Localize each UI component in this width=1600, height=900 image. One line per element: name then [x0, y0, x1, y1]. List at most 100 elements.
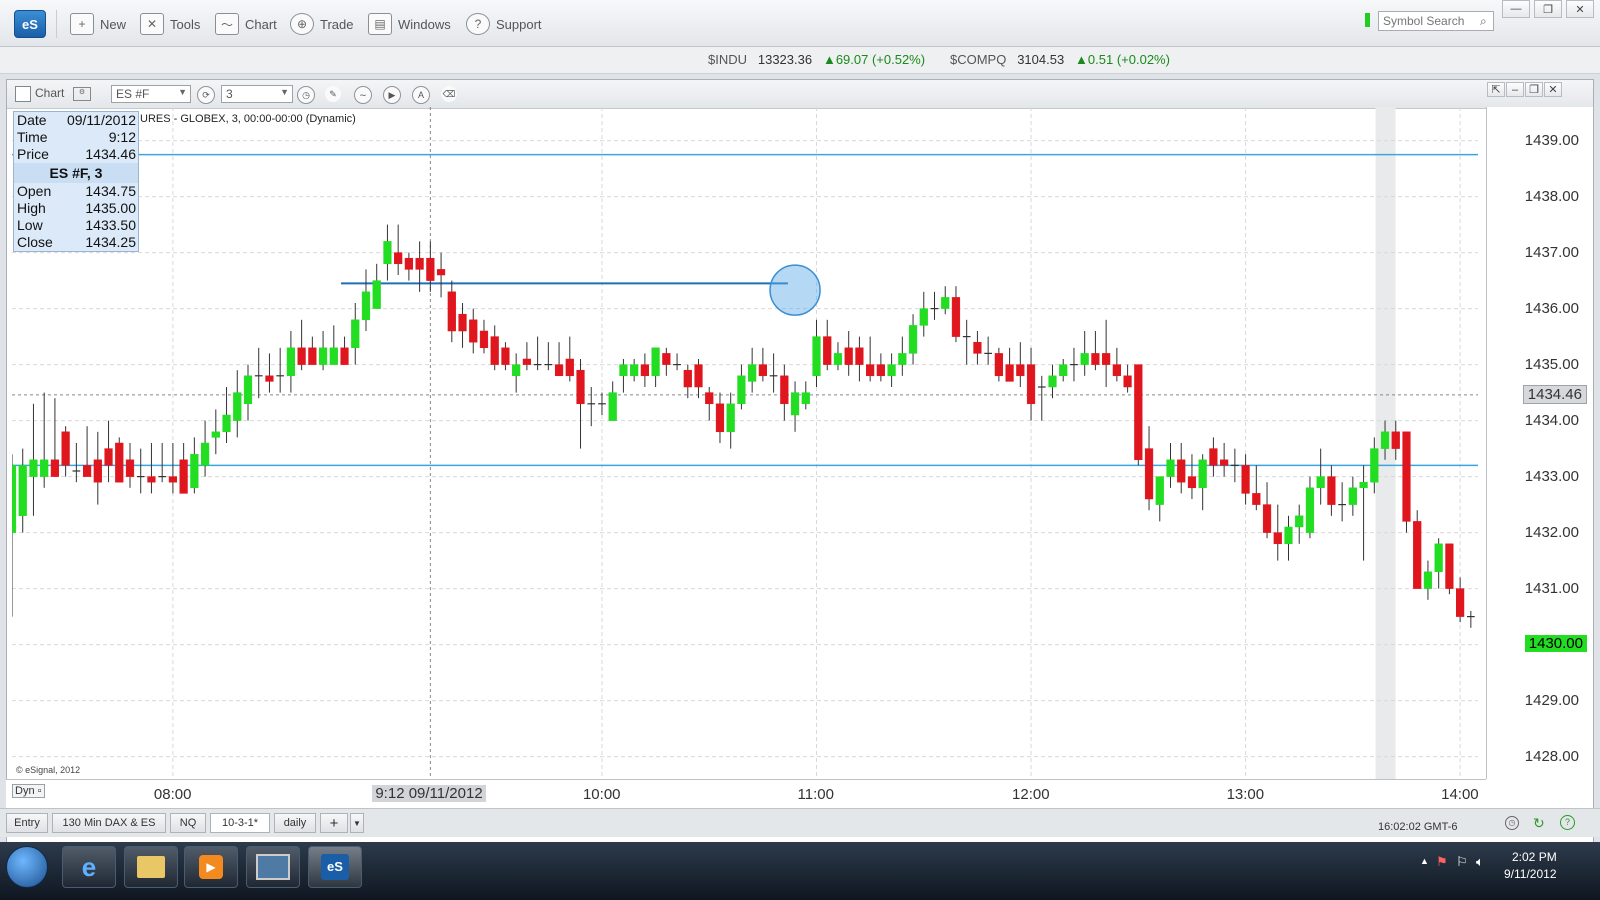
price-tick-label: 1432.00: [1524, 523, 1579, 541]
chart-restore-button[interactable]: ❐: [1525, 82, 1543, 97]
candle-up: [329, 347, 338, 365]
candle-down: [1187, 476, 1197, 489]
network-icon[interactable]: ⚑: [1436, 854, 1448, 870]
menu-new-label: New: [100, 16, 127, 32]
connection-status-indicator: [1365, 13, 1370, 27]
menu-new[interactable]: + New: [70, 13, 126, 35]
menu-tools-label: Tools: [170, 16, 201, 32]
search-icon[interactable]: ⌕: [1480, 14, 1487, 29]
candle-down: [823, 336, 832, 365]
interval-combo[interactable]: 3 ▼: [221, 85, 293, 103]
candle-down: [876, 364, 885, 377]
taskbar-internet-explorer[interactable]: e: [62, 846, 116, 888]
symbol-combo[interactable]: ES #F ▼: [111, 85, 191, 103]
chart-settings-icon[interactable]: ⚙: [73, 87, 91, 101]
tab-entry[interactable]: Entry: [6, 813, 48, 833]
candle-down: [1123, 375, 1132, 388]
add-tab-button[interactable]: +: [320, 813, 348, 833]
info-open-label: Open: [17, 183, 52, 199]
link-icon[interactable]: [15, 86, 31, 102]
candle-down: [61, 431, 70, 466]
minimize-app-button[interactable]: —: [1502, 0, 1530, 18]
menu-tools[interactable]: ✕ Tools: [140, 13, 200, 35]
candle-up: [1434, 543, 1443, 573]
taskbar-file-explorer[interactable]: [124, 846, 178, 888]
candle-down: [447, 291, 456, 332]
candle-down: [404, 257, 414, 270]
close-app-button[interactable]: ✕: [1566, 0, 1594, 18]
tab-130-min-dax-es[interactable]: 130 Min DAX & ES: [52, 813, 166, 833]
price-chart-plot[interactable]: [12, 107, 1478, 779]
menu-chart[interactable]: 〜 Chart: [215, 13, 277, 35]
candle-down: [436, 269, 446, 276]
candle-up: [941, 297, 950, 309]
candle-down: [297, 347, 306, 365]
dynamic-scale-toggle[interactable]: Dyn ▫: [12, 784, 45, 798]
start-button[interactable]: [6, 846, 48, 888]
candle-up: [29, 459, 38, 477]
eraser-icon[interactable]: ⌫: [441, 86, 457, 102]
candle-up: [1295, 515, 1304, 528]
play-icon[interactable]: ▶: [383, 86, 401, 104]
candle-down: [565, 358, 574, 377]
cursor-info-panel: Date 09/11/2012 Time 9:12 Price 1434.46 ES …: [13, 111, 139, 252]
pencil-icon[interactable]: ✎: [325, 86, 341, 102]
candle-down: [490, 336, 499, 365]
ticker-change: 69.07 (+0.52%): [835, 52, 926, 67]
candle-down: [866, 364, 875, 377]
refresh-status-icon[interactable]: ↻: [1533, 815, 1545, 832]
clock-status-icon[interactable]: ◷: [1505, 816, 1519, 830]
esignal-logo-button[interactable]: eS: [14, 10, 46, 38]
candle-up: [748, 364, 757, 382]
menu-windows[interactable]: ▤ Windows: [368, 13, 451, 35]
candle-down: [522, 358, 531, 365]
tab-nq[interactable]: NQ: [170, 813, 206, 833]
menu-support[interactable]: ? Support: [466, 13, 542, 35]
candle-down: [394, 252, 403, 265]
chart-window-title: Chart: [35, 86, 65, 100]
ticker-indu[interactable]: $INDU 13323.36 ▲69.07 (+0.52%): [708, 52, 925, 67]
candle-down: [855, 347, 864, 365]
computer-icon: [256, 854, 290, 880]
taskbar-time[interactable]: 2:02 PM: [1512, 850, 1557, 864]
time-tick-label: 08:00: [153, 786, 192, 803]
price-axis[interactable]: 1439.00 1438.00 1437.00 1436.00 1435.00 1434.…: [1486, 107, 1593, 779]
candle-down: [951, 297, 961, 337]
ticker-compq[interactable]: $COMPQ 3104.53 ▲0.51 (+0.02%): [950, 52, 1170, 67]
chart-minimize-button[interactable]: –: [1506, 82, 1524, 97]
price-tick-label: 1428.00: [1524, 747, 1579, 765]
info-close-value: 1434.25: [85, 234, 136, 250]
taskbar-media-player[interactable]: ▶: [184, 846, 238, 888]
taskbar-remote-desktop[interactable]: [246, 846, 300, 888]
clock-icon[interactable]: ◷: [297, 86, 315, 104]
menu-trade[interactable]: ⊕ Trade: [290, 13, 353, 35]
chart-close-button[interactable]: ✕: [1544, 82, 1562, 97]
help-icon[interactable]: ?: [1560, 815, 1575, 830]
refresh-icon[interactable]: ⟳: [197, 86, 215, 104]
restore-app-button[interactable]: ❐: [1534, 0, 1562, 18]
price-tick-label: 1434.00: [1524, 411, 1579, 429]
text-annotation-icon[interactable]: A: [412, 86, 430, 104]
candle-down: [469, 319, 478, 343]
candle-up: [1359, 481, 1368, 489]
tab-menu-chevron-icon[interactable]: ▼: [350, 813, 364, 833]
candle-down: [554, 364, 564, 377]
candle-down: [758, 364, 767, 377]
system-tray: ▲ ⚑ ⚐ 🔈︎ 2:02 PM 9/11/2012: [1420, 850, 1600, 886]
taskbar-date[interactable]: 9/11/2012: [1504, 867, 1557, 881]
volume-icon[interactable]: 🔈︎: [1476, 854, 1484, 870]
tab-daily[interactable]: daily: [274, 813, 316, 833]
symbol-search-input[interactable]: [1378, 11, 1494, 31]
taskbar-esignal[interactable]: eS: [308, 846, 362, 888]
time-axis[interactable]: Dyn ▫ 08:00 10:00 11:00 12:00 13:00 14:00 9:12…: [6, 779, 1486, 808]
tab-10-3-1[interactable]: 10-3-1*: [210, 813, 270, 833]
study-icon[interactable]: ∼: [354, 86, 372, 104]
chart-detach-button[interactable]: ⇱: [1487, 82, 1505, 97]
price-tick-label: 1439.00: [1524, 131, 1579, 149]
flag-icon[interactable]: ⚐: [1456, 854, 1468, 870]
candle-down: [662, 353, 671, 365]
candle-down: [82, 465, 92, 477]
chart-description: URES - GLOBEX, 3, 00:00-00:00 (Dynamic): [140, 113, 356, 125]
candle-up: [190, 453, 199, 489]
tray-expand-icon[interactable]: ▲: [1420, 856, 1429, 866]
